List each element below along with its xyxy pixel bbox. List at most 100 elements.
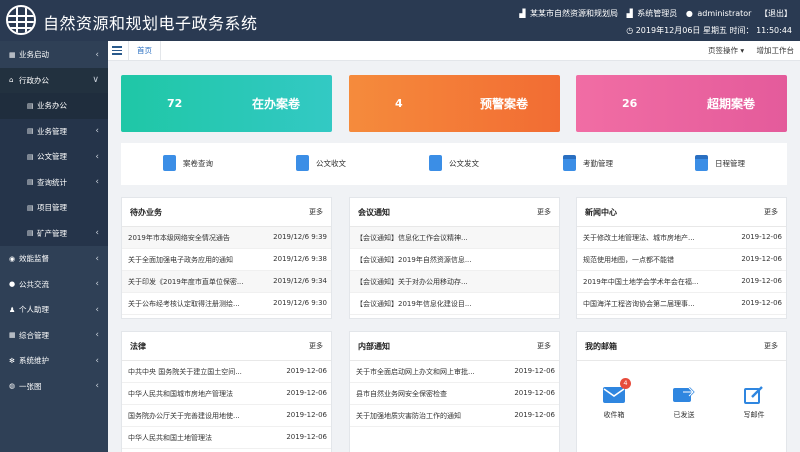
chevron-left-icon: ‹ [95, 381, 99, 392]
clock-icon: ◷ [626, 26, 634, 35]
list-item[interactable]: 中国海洋工程咨询协会第二届理事... 2019-12-06 [577, 293, 786, 315]
more-link[interactable]: 更多 [764, 341, 778, 351]
menu-toggle-icon[interactable] [112, 46, 122, 55]
more-link[interactable]: 更多 [309, 207, 323, 217]
sidebar-item-one-map[interactable]: ◍ 一张图 ‹ [0, 374, 108, 400]
list-item[interactable]: 2019年中国土地学会学术年会在福... 2019-12-06 [577, 271, 786, 293]
doc-icon: ▤ [27, 203, 34, 212]
page-ops-dropdown[interactable]: 页签操作 ▾ [708, 46, 744, 55]
sidebar-item-system-maintenance[interactable]: ✻ 系统维护 ‹ [0, 348, 108, 374]
list-item[interactable]: 【会议通知】2019年信息化建设目... [350, 293, 559, 315]
list-item[interactable]: 关于加强地质灾害防治工作的通知 2019-12-06 [350, 405, 559, 427]
more-link[interactable]: 更多 [764, 207, 778, 217]
panel-law: 法律 更多 中共中央 国务院关于建立国土空间... 2019-12-06 中华人民共… [121, 331, 332, 452]
panel-title: 会议通知 [358, 208, 390, 217]
chevron-left-icon: ‹ [95, 49, 99, 60]
app-title: 自然资源和规划电子政务系统 [43, 14, 258, 33]
list-item[interactable]: 2019年市本级网络安全情况通告 2019/12/6 9:39 [122, 227, 331, 249]
list-item[interactable]: 中共中央 国务院关于建立国土空间... 2019-12-06 [122, 361, 331, 383]
more-link[interactable]: 更多 [537, 207, 551, 217]
quick-case-search[interactable]: 案卷查询 [163, 155, 213, 171]
home-icon: ⌂ [9, 76, 14, 85]
quick-doc-send[interactable]: 公文发文 [429, 155, 479, 171]
panel-title: 我的邮箱 [585, 342, 617, 351]
sidebar-item-mineral-mgmt[interactable]: ▤ 矿产管理 ‹ [0, 220, 108, 246]
list-item[interactable]: 国务院办公厅关于完善建设用地使... 2019-12-06 [122, 405, 331, 427]
more-link[interactable]: 更多 [537, 341, 551, 351]
stat-card-warning[interactable]: 4 预警案卷 [349, 75, 560, 132]
chevron-left-icon: ‹ [95, 126, 99, 137]
list-item[interactable]: 【会议通知】关于对办公用移动存... [350, 271, 559, 293]
doc-icon: ▤ [27, 127, 34, 136]
mail-sent[interactable]: 已发送 [659, 382, 709, 420]
sidebar-item-document-mgmt[interactable]: ▤ 公文管理 ‹ [0, 144, 108, 170]
sidebar-item-personal-assistant[interactable]: ♟ 个人助理 ‹ [0, 297, 108, 323]
doc-icon: ▤ [27, 152, 34, 161]
chevron-left-icon: ‹ [95, 253, 99, 264]
top-header: 自然资源和规划电子政务系统 ▟ 某某市自然资源和规划局 ▟ 系统管理员 ● ad… [0, 0, 800, 41]
sidebar-item-public-exchange[interactable]: ● 公共交流 ‹ [0, 272, 108, 298]
grid-icon: ▦ [9, 50, 16, 59]
globe-logo-icon [6, 5, 36, 35]
list-item[interactable]: 【会议通知】2019年自然资源信息... [350, 249, 559, 271]
inbox-doc-icon [296, 155, 309, 171]
gear-icon: ✻ [9, 356, 15, 365]
sidebar-item-admin-office[interactable]: ⌂ 行政办公 ∨ [0, 67, 108, 93]
stat-card-overdue[interactable]: 26 超期案卷 [576, 75, 787, 132]
panel-internal: 内部通知 更多 关于市全面启动网上办文和网上审批... 2019-12-06 县市自… [349, 331, 560, 452]
doc-icon: ▤ [27, 101, 34, 110]
list-item[interactable]: 中华人民共和国土地管理法 2019-12-06 [122, 427, 331, 449]
chevron-down-icon: ∨ [92, 75, 99, 86]
tab-home[interactable]: 首页 [128, 41, 161, 61]
add-workspace-button[interactable]: 增加工作台 [757, 46, 795, 55]
list-item[interactable]: 关于印发《2019年度市直单位保密... 2019/12/6 9:34 [122, 271, 331, 293]
mail-inbox[interactable]: 4 收件箱 [589, 378, 639, 420]
panel-meeting: 会议通知 更多 【会议通知】信息化工作会议精神... 【会议通知】2019年自然资… [349, 197, 560, 319]
org-name[interactable]: 某某市自然资源和规划局 [530, 9, 618, 18]
more-link[interactable]: 更多 [309, 341, 323, 351]
list-item[interactable]: 规范使用地图，一点都不能错 2019-12-06 [577, 249, 786, 271]
sidebar: ▦ 业务启动 ‹ ⌂ 行政办公 ∨ ▤ 业务办公 ▤ 业务管理 ‹ ▤ 公文管理 ‹ ▤ 查询统计 ‹… [0, 41, 108, 452]
list-item[interactable]: 【会议通知】信息化工作会议精神... [350, 227, 559, 249]
calendar-icon [695, 155, 708, 171]
sidebar-item-project-mgmt[interactable]: ▤ 项目管理 [0, 195, 108, 221]
panel-mailbox: 我的邮箱 更多 4 收件箱 已发送 写邮件 [576, 331, 787, 452]
user-icon: ● [685, 9, 693, 18]
role-icon: ▟ [626, 9, 633, 18]
chevron-left-icon: ‹ [95, 177, 99, 188]
mail-compose[interactable]: 写邮件 [729, 382, 779, 420]
sidebar-item-general-mgmt[interactable]: ▦ 综合管理 ‹ [0, 323, 108, 349]
quick-doc-receive[interactable]: 公文收文 [296, 155, 346, 171]
unread-badge: 4 [620, 378, 631, 389]
stat-card-in-progress[interactable]: 72 在办案卷 [121, 75, 332, 132]
list-item[interactable]: 中华人民共和国城市房地产管理法 2019-12-06 [122, 383, 331, 405]
list-item[interactable]: 关于全面加强电子政务应用的通知 2019/12/6 9:38 [122, 249, 331, 271]
sidebar-item-efficiency[interactable]: ◉ 效能监督 ‹ [0, 246, 108, 272]
panel-news: 新闻中心 更多 关于修改土地管理法、城市房地产... 2019-12-06 规范使用… [576, 197, 787, 319]
list-item[interactable]: 县市自然业务网安全保密检查 2019-12-06 [350, 383, 559, 405]
quick-schedule[interactable]: 日程管理 [695, 155, 745, 171]
panel-title: 待办业务 [130, 208, 162, 217]
sidebar-item-query-stats[interactable]: ▤ 查询统计 ‹ [0, 169, 108, 195]
forward-icon [673, 387, 695, 402]
panel-title: 法律 [130, 342, 146, 351]
datetime: ◷ 2019年12月06日 星期五 时间： 11:50:44 [626, 26, 792, 35]
sidebar-item-business-mgmt[interactable]: ▤ 业务管理 ‹ [0, 118, 108, 144]
quick-attendance[interactable]: 考勤管理 [563, 155, 613, 171]
chevron-left-icon: ‹ [95, 304, 99, 315]
sidebar-item-business-start[interactable]: ▦ 业务启动 ‹ [0, 42, 108, 68]
doc-icon: ▤ [27, 178, 34, 187]
list-item[interactable]: 关于公布经考核认定取得注册测绘... 2019/12/6 9:30 [122, 293, 331, 315]
list-item[interactable]: 关于修改土地管理法、城市房地产... 2019-12-06 [577, 227, 786, 249]
user-name[interactable]: administrator [697, 9, 751, 18]
sidebar-item-business-office[interactable]: ▤ 业务办公 [0, 93, 108, 119]
role-name[interactable]: 系统管理员 [637, 9, 677, 18]
list-item[interactable]: 关于市全面启动网上办文和网上审批... 2019-12-06 [350, 361, 559, 383]
grid-icon: ▦ [9, 331, 16, 340]
chevron-left-icon: ‹ [95, 330, 99, 341]
logout-button[interactable]: 【退出】 [760, 9, 792, 18]
quick-links: 案卷查询 公文收文 公文发文 考勤管理 日程管理 [121, 143, 787, 185]
chevron-left-icon: ‹ [95, 151, 99, 162]
org-icon: ▟ [519, 9, 526, 18]
tab-operations: 页签操作 ▾ 增加工作台 [698, 41, 794, 61]
